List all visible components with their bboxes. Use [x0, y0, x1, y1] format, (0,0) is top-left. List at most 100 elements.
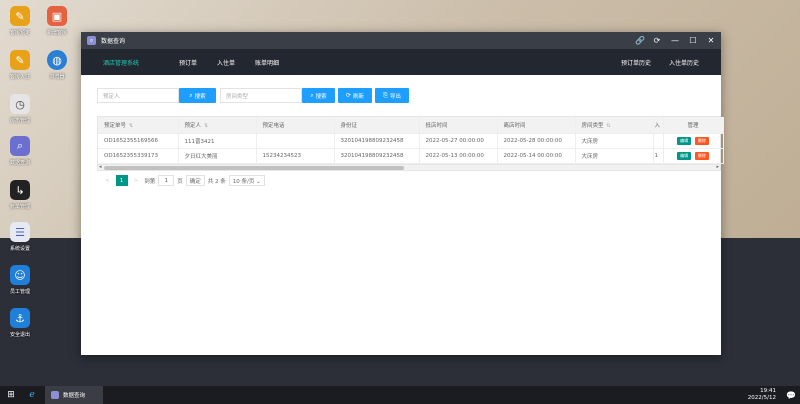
cell-actions: 编辑 删除: [663, 133, 724, 149]
notification-icon[interactable]: 💬: [782, 391, 800, 400]
search-icon: ⌕: [189, 91, 193, 99]
cell-id-card: 320104198809232458: [334, 148, 420, 164]
desktop-icon-new-room[interactable]: ▣ 新增客房: [37, 6, 77, 36]
table-header: 预定单号 ⇅ 预定人 ⇅ 预定电话 身份证 抵店时间 离店时间 房间类型 ⇅ 入 管理: [98, 117, 724, 134]
cell-order-no: OD1652355169566: [98, 133, 179, 149]
sort-icon: ⇅: [204, 122, 209, 129]
pagination: < 1 > 到第 1 页 确定 共 2 条 10 条/页 ⌄: [97, 173, 705, 189]
link-icon[interactable]: 🔗: [635, 36, 645, 45]
nav-checkin-history[interactable]: 入住单历史: [669, 58, 699, 67]
accessibility-icon: ☺: [10, 265, 30, 285]
cell-order-no: OD1652355339173: [98, 148, 179, 164]
cell-arrival: 2022-05-13 00:00:00: [419, 148, 498, 164]
edit-button[interactable]: 编辑: [677, 151, 692, 160]
scrollbar-thumb[interactable]: [104, 165, 404, 170]
goto-confirm-button[interactable]: 确定: [185, 175, 205, 186]
cell-truncated: [653, 133, 664, 149]
col-order-no[interactable]: 预定单号 ⇅: [98, 117, 179, 134]
col-manage: 管理: [663, 117, 724, 134]
search-roomtype-label: 搜索: [315, 93, 327, 100]
bill-icon: ↳: [10, 180, 30, 200]
nav-booking-orders[interactable]: 预订单: [179, 58, 197, 67]
system-clock[interactable]: 19:41 2022/5/12: [748, 388, 782, 402]
page-unit-label: 页: [177, 178, 183, 185]
picture-icon: ▣: [47, 6, 67, 26]
browser-icon[interactable]: ℯ: [22, 390, 42, 400]
cell-departure: 2022-05-14 00:00:00: [497, 148, 576, 164]
export-button-label: 导出: [389, 93, 401, 100]
taskbar: ⊞ ℯ 数据查询 19:41 2022/5/12 💬: [0, 386, 800, 404]
nav-bill-details[interactable]: 账单明细: [255, 58, 279, 67]
cell-departure: 2022-05-28 00:00:00: [497, 133, 576, 149]
delete-button[interactable]: 删除: [694, 136, 709, 145]
current-page[interactable]: 1: [115, 175, 128, 186]
prev-page-button[interactable]: <: [105, 178, 110, 184]
magnifier-icon: ⌕: [10, 136, 30, 156]
desktop-icon-settings[interactable]: ☰ 系统设置: [0, 222, 40, 252]
scroll-left-icon[interactable]: ◂: [99, 164, 102, 170]
nav-booking-history[interactable]: 预订单历史: [621, 58, 651, 67]
refresh-button[interactable]: ⟳ 刷新: [338, 88, 372, 103]
export-button[interactable]: ⎘ 导出: [375, 88, 409, 103]
app-icon: [51, 391, 59, 399]
col-phone: 预定电话: [256, 117, 335, 134]
cell-room-type: 大床房: [575, 148, 654, 164]
sort-icon: ⇅: [606, 122, 611, 129]
delete-button[interactable]: 删除: [694, 151, 709, 160]
col-room-type[interactable]: 房间类型 ⇅: [575, 117, 654, 134]
desktop-icon-browser[interactable]: ◍ 浏览器: [37, 50, 77, 80]
cell-phone: [256, 133, 335, 149]
main-content: 预定人 ⌕ 搜索 房间类型 ⌕ 搜索 ⟳ 刷新 ⎘ 导出 预定单号 ⇅ 预定人 …: [81, 75, 724, 189]
desktop-icon-bills[interactable]: ↳ 账单管理: [0, 180, 40, 210]
total-count: 共 2 条: [207, 178, 226, 185]
maximize-icon[interactable]: ☐: [689, 36, 697, 45]
col-arrival: 抵店时间: [419, 117, 498, 134]
refresh-icon: ⟳: [345, 92, 351, 99]
orders-table: 预定单号 ⇅ 预定人 ⇅ 预定电话 身份证 抵店时间 离店时间 房间类型 ⇅ 入 管理…: [97, 116, 724, 171]
search-button[interactable]: ⌕ 搜索: [179, 88, 216, 103]
cell-booker: 夕日红大美丽: [178, 148, 257, 164]
window-titlebar[interactable]: ⌕ 数据查询 🔗 ⟳ — ☐ ✕: [81, 32, 721, 49]
booker-search-input[interactable]: 预定人: [97, 88, 179, 103]
next-page-button[interactable]: >: [134, 178, 139, 184]
desktop-icon-room-booking[interactable]: ✎ 客房预定: [0, 6, 40, 36]
desktop-icon-logout[interactable]: ⚓ 安全退出: [0, 308, 40, 338]
edit-button[interactable]: 编辑: [677, 136, 692, 145]
page-size-select[interactable]: 10 条/页 ⌄: [228, 175, 265, 186]
desktop-icon-data-query[interactable]: ⌕ 数据查询: [0, 136, 40, 166]
minimize-icon[interactable]: —: [671, 36, 679, 45]
col-id-card: 身份证: [334, 117, 420, 134]
search-roomtype-button[interactable]: ⌕ 搜索: [302, 88, 335, 103]
cell-booker: 111晋3421: [178, 133, 257, 149]
export-icon: ⎘: [383, 91, 388, 99]
col-departure: 离店时间: [497, 117, 576, 134]
cell-phone: 15234234523: [256, 148, 335, 164]
cell-arrival: 2022-05-27 00:00:00: [419, 133, 498, 149]
horizontal-scrollbar[interactable]: ◂ ▸: [98, 163, 720, 170]
cell-actions: 编辑 删除: [663, 148, 724, 164]
roomtype-search-input[interactable]: 房间类型: [220, 88, 302, 103]
scroll-right-icon[interactable]: ▸: [716, 164, 719, 170]
page-number-input[interactable]: 1: [158, 175, 175, 186]
notebook-icon: ✎: [10, 6, 30, 26]
desktop-icon-checkin[interactable]: ✎ 客房入住: [0, 50, 40, 80]
col-booker[interactable]: 预定人 ⇅: [178, 117, 257, 134]
refresh-icon[interactable]: ⟳: [653, 36, 661, 45]
table-row[interactable]: OD1652355339173 夕日红大美丽 15234234523 32010…: [98, 148, 724, 164]
cell-id-card: 320104198809232458: [334, 133, 420, 149]
clock-date: 2022/5/12: [747, 395, 776, 401]
brand-link[interactable]: 酒店管理系统: [103, 58, 139, 67]
windows-start-icon[interactable]: ⊞: [0, 390, 22, 400]
nav-checkin-orders[interactable]: 入住单: [217, 58, 235, 67]
desktop-icon-staff[interactable]: ☺ 员工管理: [0, 265, 40, 295]
sort-icon: ⇅: [129, 122, 134, 129]
search-button-label: 搜索: [194, 93, 206, 100]
taskbar-item-label: 数据查询: [63, 393, 86, 399]
desktop-icon-room-status[interactable]: ◷ 房态管理: [0, 94, 40, 124]
table-row[interactable]: OD1652355169566 111晋3421 320104198809232…: [98, 133, 724, 149]
clock-time: 19:41: [760, 388, 776, 394]
globe-icon: ◍: [47, 50, 67, 70]
search-toolbar: 预定人 ⌕ 搜索 房间类型 ⌕ 搜索 ⟳ 刷新 ⎘ 导出: [97, 87, 705, 104]
close-icon[interactable]: ✕: [707, 36, 715, 45]
taskbar-item-data-query[interactable]: 数据查询: [45, 386, 103, 404]
